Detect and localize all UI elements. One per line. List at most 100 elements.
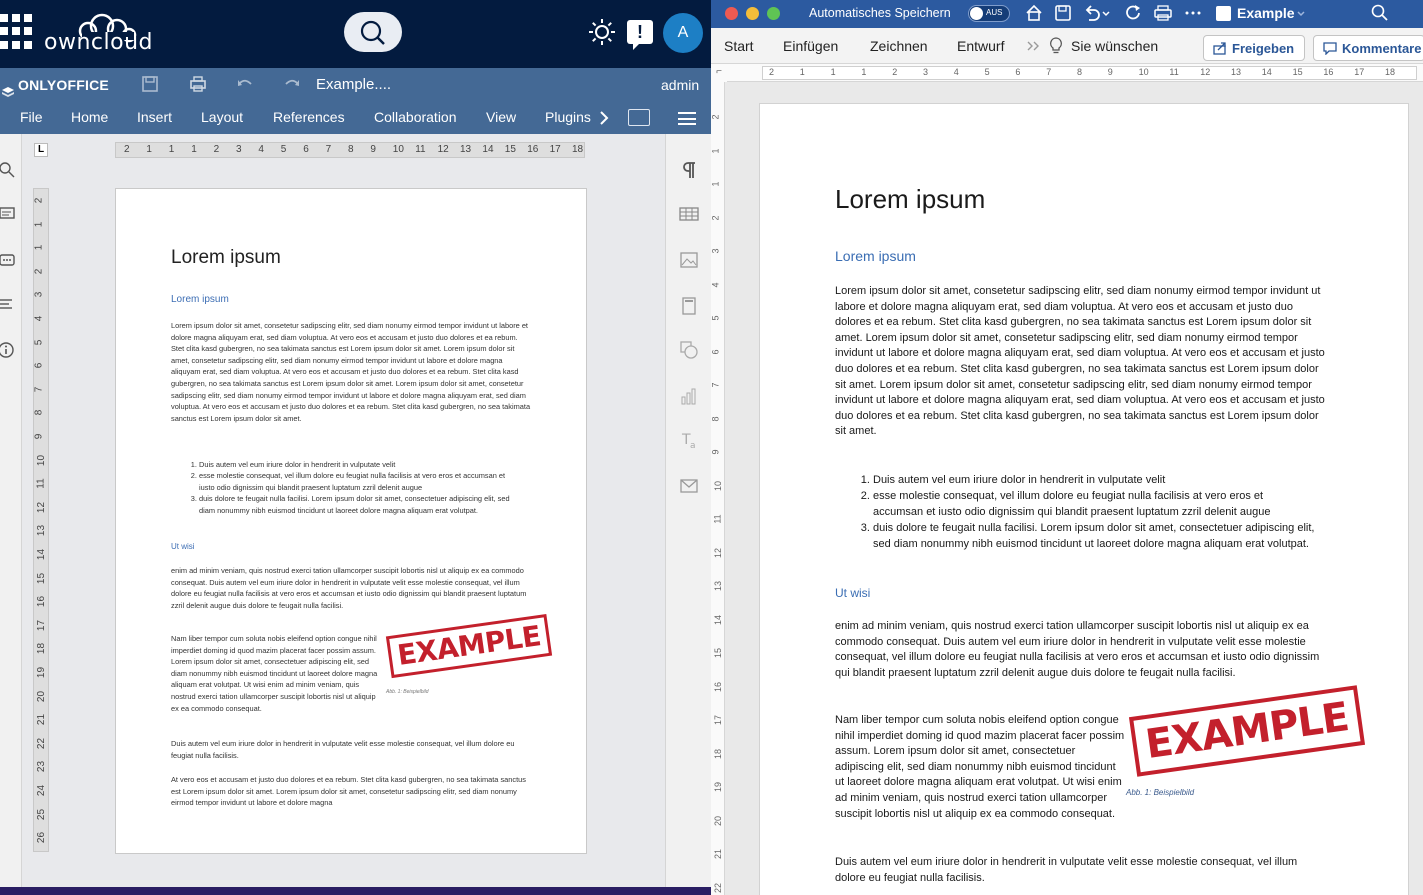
ruler-number: 19 <box>713 781 724 793</box>
body-paragraph-2: enim ad minim veniam, quis nostrud exerc… <box>835 620 1320 679</box>
onlyoffice-menu-bar: File Home Insert Layout References Colla… <box>0 101 711 134</box>
ruler-number: 12 <box>1200 67 1211 77</box>
comments-button[interactable]: Kommentare <box>1313 35 1423 61</box>
maximize-window-button[interactable] <box>767 7 780 20</box>
ruler-number: 12 <box>713 547 724 558</box>
search-button[interactable] <box>344 12 402 52</box>
mail-merge-icon[interactable] <box>679 476 699 496</box>
ruler-number: 10 <box>392 144 404 155</box>
ruler-number: 15 <box>1292 67 1303 77</box>
chevron-right-icon[interactable] <box>598 111 610 125</box>
ruler-number: 18 <box>36 643 48 655</box>
tell-me-search[interactable]: Sie wünschen <box>1071 38 1158 54</box>
tab-zeichnen[interactable]: Zeichnen <box>870 38 928 54</box>
user-name[interactable]: admin <box>661 77 699 93</box>
onlyoffice-brand-text: ONLYOFFICE <box>18 77 109 93</box>
word-document-icon <box>1216 6 1231 21</box>
comments-icon <box>1323 42 1337 55</box>
tab-view[interactable]: View <box>486 109 516 125</box>
sun-icon[interactable] <box>588 18 616 46</box>
tab-start[interactable]: Start <box>724 38 754 54</box>
autosave-toggle[interactable]: AUS <box>968 5 1010 22</box>
ruler-number: 4 <box>711 281 721 288</box>
info-icon[interactable] <box>0 342 16 358</box>
tab-references[interactable]: References <box>273 109 345 125</box>
share-button[interactable]: Freigeben <box>1203 35 1305 61</box>
ruler-number: 6 <box>303 144 309 155</box>
close-window-button[interactable] <box>725 7 738 20</box>
ruler-number: 1 <box>168 144 175 155</box>
ruler-number: 17 <box>549 144 561 155</box>
hamburger-icon[interactable] <box>678 112 696 125</box>
chevron-down-icon[interactable] <box>1102 11 1110 17</box>
onlyoffice-document-page[interactable]: Lorem ipsum Lorem ipsum Lorem ipsum dolo… <box>115 188 587 854</box>
print-icon[interactable] <box>1154 4 1172 22</box>
avatar[interactable]: A <box>663 13 703 53</box>
shape-icon[interactable] <box>679 340 699 360</box>
header-footer-icon[interactable] <box>679 296 699 316</box>
ruler-number: 13 <box>36 525 48 537</box>
ruler-number: 1 <box>146 144 152 155</box>
tab-collaboration[interactable]: Collaboration <box>374 109 457 125</box>
ruler-number: 9 <box>1107 67 1113 77</box>
save-icon[interactable] <box>141 75 159 93</box>
search-icon[interactable] <box>1371 4 1389 22</box>
word-document-page[interactable]: Lorem ipsum Lorem ipsum Lorem ipsum dolo… <box>759 103 1409 895</box>
ruler-number: 1 <box>711 181 721 187</box>
tab-layout[interactable]: Layout <box>201 109 243 125</box>
chart-icon[interactable] <box>679 386 699 406</box>
ruler-number: 14 <box>482 144 494 155</box>
example-stamp-image[interactable]: EXAMPLE <box>385 613 553 679</box>
overflow-chevron-icon[interactable] <box>1027 41 1041 51</box>
tab-plugins[interactable]: Plugins <box>545 109 591 125</box>
chevron-down-icon[interactable] <box>1297 11 1305 17</box>
app-grid-icon[interactable] <box>0 14 32 50</box>
save-icon[interactable] <box>1054 4 1072 22</box>
navigation-icon[interactable] <box>0 296 16 312</box>
ruler-number: 4 <box>33 315 45 322</box>
tab-home[interactable]: Home <box>71 109 108 125</box>
more-icon[interactable] <box>1184 4 1202 22</box>
list-item: esse molestie consequat, vel illum dolor… <box>873 488 1315 520</box>
vertical-ruler[interactable]: 2 1 1 2 3 4 5 6 7 8 9 10 11 12 13 14 15 16 17 18 19 20 21 22 23 2… <box>33 188 49 852</box>
horizontal-ruler[interactable]: 2 1 1 1 2 3 4 5 6 7 8 9 10 11 12 13 14 15 16 17 18 <box>115 142 585 158</box>
comments-icon[interactable] <box>0 206 16 222</box>
ruler-number: 19 <box>36 666 48 679</box>
tab-file[interactable]: File <box>20 109 43 125</box>
ruler-number: 3 <box>33 292 45 298</box>
ruler-number: 18 <box>713 748 724 759</box>
ruler-number: 5 <box>711 315 721 321</box>
paragraph-icon[interactable] <box>679 160 699 180</box>
redo-icon[interactable] <box>283 75 301 93</box>
image-icon[interactable] <box>679 250 699 270</box>
ruler-number: 7 <box>1046 67 1052 77</box>
undo-icon[interactable] <box>1083 4 1101 22</box>
print-icon[interactable] <box>189 75 207 93</box>
example-stamp-image[interactable]: EXAMPLE <box>1128 685 1366 777</box>
table-icon[interactable] <box>679 204 699 224</box>
redo-arrow-icon[interactable] <box>1125 4 1143 22</box>
home-icon[interactable] <box>1025 4 1043 22</box>
tab-insert[interactable]: Insert <box>137 109 172 125</box>
ruler-number: 12 <box>36 501 48 513</box>
ruler-number: 1 <box>191 144 197 155</box>
ruler-number: 8 <box>348 144 354 155</box>
text-art-icon[interactable]: T a <box>679 430 699 450</box>
tab-stop-selector[interactable]: ⌐ <box>711 64 727 82</box>
tab-einfuegen[interactable]: Einfügen <box>783 38 838 54</box>
minimize-window-button[interactable] <box>746 7 759 20</box>
search-icon[interactable] <box>0 162 16 178</box>
ruler-number: 10 <box>713 480 724 491</box>
undo-icon[interactable] <box>236 75 254 93</box>
document-title[interactable]: Example.... <box>316 76 391 93</box>
tab-stop-selector[interactable]: L <box>34 143 48 157</box>
vertical-ruler[interactable]: 211234567891011121314151617181920212223 <box>711 82 725 895</box>
chat-icon[interactable] <box>0 252 16 268</box>
horizontal-ruler[interactable]: 2 1 1 1 2 3 4 5 6 7 8 9 10 11 12 13 14 15 16 17 18 <box>727 64 1423 82</box>
onlyoffice-logo-icon <box>2 87 14 97</box>
document-name[interactable]: Example <box>1237 5 1295 21</box>
ruler-number: 11 <box>1169 67 1179 77</box>
open-location-icon[interactable] <box>628 109 650 126</box>
notification-icon[interactable]: ! <box>627 20 653 50</box>
tab-entwurf[interactable]: Entwurf <box>957 38 1004 54</box>
